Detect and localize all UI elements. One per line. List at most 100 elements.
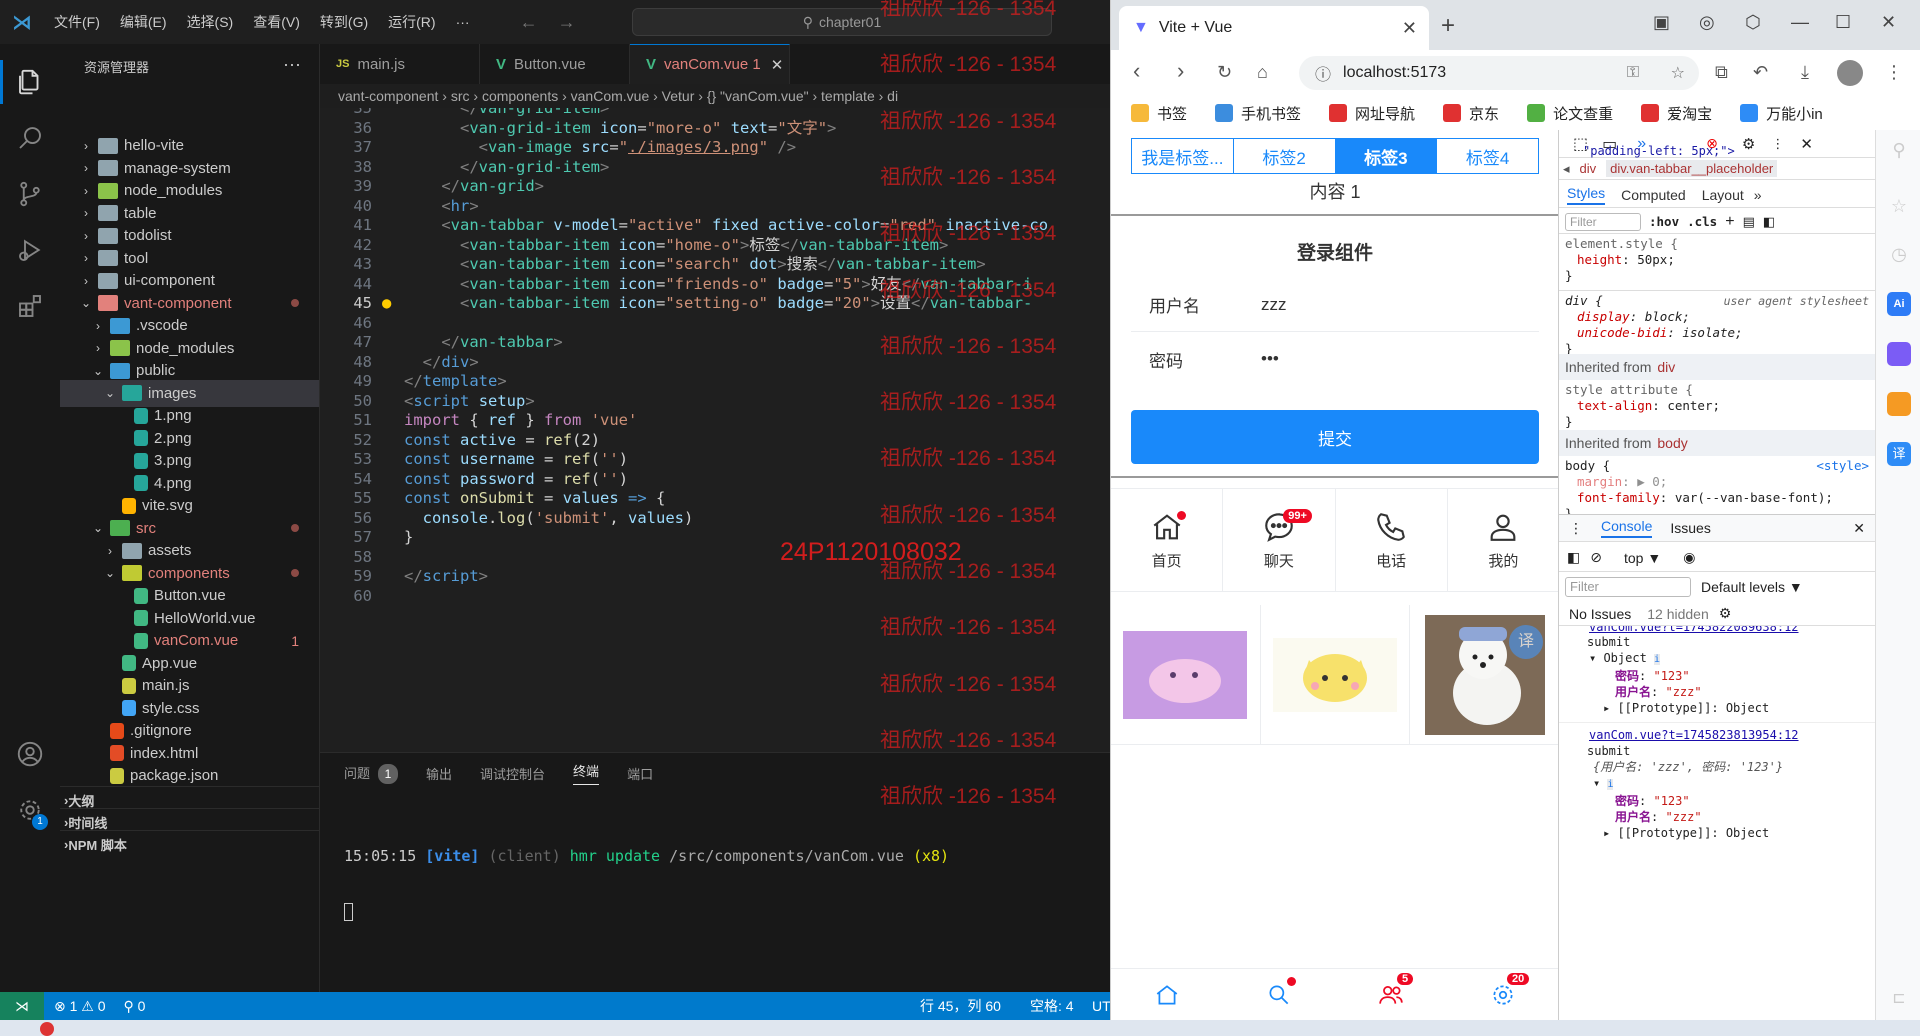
password-value[interactable]: ••• bbox=[1261, 349, 1279, 369]
tabbar-item-friends[interactable]: 5 bbox=[1335, 969, 1447, 1020]
context-select[interactable]: top ▼ bbox=[1624, 550, 1661, 566]
close-icon[interactable]: ✕ bbox=[771, 56, 784, 74]
bookmark-star-icon[interactable]: ☆ bbox=[1671, 63, 1685, 83]
code-line[interactable]: 60 bbox=[320, 584, 1110, 608]
cls-toggle[interactable]: .cls bbox=[1687, 214, 1717, 229]
search-icon[interactable] bbox=[0, 110, 60, 166]
inherited-element[interactable]: div bbox=[1657, 359, 1675, 375]
drawer-menu-icon[interactable]: ⋮ bbox=[1569, 520, 1583, 537]
address-bar[interactable]: ⓘ localhost:5173 ⚿ ☆ bbox=[1299, 56, 1699, 90]
more-style-tabs-icon[interactable]: » bbox=[1754, 187, 1762, 203]
eye-icon[interactable]: ◉ bbox=[1683, 549, 1695, 566]
console-settings-icon[interactable]: ⚙ bbox=[1719, 605, 1732, 622]
styles-filter-input[interactable]: Filter bbox=[1565, 212, 1641, 231]
status-errors[interactable]: ⊗ 1 ⚠ 0 bbox=[54, 998, 106, 1015]
account-icon[interactable] bbox=[0, 726, 60, 782]
username-value[interactable]: zzz bbox=[1261, 295, 1287, 315]
menu-selection[interactable]: 选择(S) bbox=[177, 12, 244, 32]
val-height[interactable]: 50px; bbox=[1637, 252, 1675, 267]
history-icon[interactable]: ↶ bbox=[1753, 62, 1768, 83]
tab-problems[interactable]: 问题 1 bbox=[344, 763, 399, 784]
menu-more[interactable]: ··· bbox=[446, 14, 480, 30]
bookmark-item[interactable]: 京东 bbox=[1443, 103, 1499, 124]
more-actions-icon[interactable]: ··· bbox=[283, 54, 301, 75]
prop-height[interactable]: height bbox=[1577, 252, 1622, 267]
site-info-icon[interactable]: ⓘ bbox=[1315, 61, 1331, 85]
levels-select[interactable]: Default levels ▼ bbox=[1701, 579, 1803, 595]
tab-label-1[interactable]: 我是标签... bbox=[1132, 139, 1234, 173]
maximize-icon[interactable]: ☐ bbox=[1835, 12, 1851, 33]
toolbox-icon[interactable] bbox=[1887, 392, 1911, 416]
browser-menu-icon[interactable]: ⋮ bbox=[1885, 62, 1903, 83]
password-field[interactable]: 密码 ••• bbox=[1131, 332, 1539, 386]
extensions-icon[interactable] bbox=[0, 278, 60, 334]
menu-go[interactable]: 转到(G) bbox=[310, 12, 378, 32]
tabbar-item-setting[interactable]: 20 bbox=[1447, 969, 1558, 1020]
menu-file[interactable]: 文件(F) bbox=[44, 12, 110, 32]
translate-icon[interactable]: 译 bbox=[1887, 442, 1911, 466]
download-icon[interactable]: ⤓ bbox=[1801, 62, 1809, 83]
menu-view[interactable]: 查看(V) bbox=[243, 12, 310, 32]
extension-icon[interactable]: ⬡ bbox=[1745, 12, 1761, 33]
status-ports[interactable]: ⚲ 0 bbox=[124, 998, 146, 1015]
search-icon[interactable]: ⚲ bbox=[1887, 140, 1911, 164]
avatar[interactable] bbox=[1837, 60, 1863, 86]
prop-text-align[interactable]: text-align bbox=[1577, 398, 1652, 413]
tab-debug-console[interactable]: 调试控制台 bbox=[480, 764, 545, 783]
tab-ports[interactable]: 端口 bbox=[627, 764, 653, 783]
prop-margin[interactable]: margin bbox=[1577, 474, 1622, 489]
ai-icon[interactable]: Ai bbox=[1887, 292, 1911, 316]
favorites-icon[interactable]: ☆ bbox=[1887, 196, 1911, 220]
close-window-icon[interactable]: ✕ bbox=[1881, 12, 1896, 33]
tab-label-2[interactable]: 标签2 bbox=[1234, 139, 1336, 173]
hov-toggle[interactable]: :hov bbox=[1649, 214, 1679, 229]
minimize-icon[interactable]: — bbox=[1791, 12, 1809, 33]
tab-output[interactable]: 输出 bbox=[426, 764, 452, 783]
incognito-icon[interactable]: ◎ bbox=[1699, 12, 1715, 33]
grid-image-2[interactable] bbox=[1261, 605, 1411, 744]
tab-label-4[interactable]: 标签4 bbox=[1437, 139, 1538, 173]
log2-object-preview[interactable]: {用户名: 'zzz', 密码: '123'} bbox=[1559, 759, 1875, 775]
grid-image-1[interactable] bbox=[1111, 605, 1261, 744]
tab-button-vue[interactable]: V Button.vue bbox=[480, 44, 630, 84]
tab-issues[interactable]: Issues bbox=[1670, 520, 1710, 536]
status-position[interactable]: 行 45，列 60 bbox=[920, 996, 1001, 1016]
grid-image-3[interactable] bbox=[1410, 605, 1558, 744]
grid-item-phone[interactable]: 电话 bbox=[1336, 489, 1448, 591]
bookmark-item[interactable]: 网址导航 bbox=[1329, 103, 1415, 124]
console-filter-input[interactable]: Filter bbox=[1565, 577, 1691, 597]
grid-item-chat[interactable]: 99+ 聊天 bbox=[1223, 489, 1336, 591]
taskbar-app-icon[interactable] bbox=[40, 1022, 54, 1036]
status-encoding[interactable]: UT bbox=[1092, 998, 1111, 1014]
tab-styles[interactable]: Styles bbox=[1567, 185, 1606, 205]
run-debug-icon[interactable] bbox=[0, 222, 60, 278]
no-issues-label[interactable]: No Issues bbox=[1569, 606, 1631, 622]
tab-terminal[interactable]: 终端 bbox=[573, 761, 600, 785]
log1-proto[interactable]: [[Prototype]]: Object bbox=[1617, 701, 1769, 715]
tab-label-3[interactable]: 标签3 bbox=[1335, 139, 1438, 173]
log2-source-link[interactable]: vanCom.vue?t=1745823813954:12 bbox=[1559, 722, 1875, 743]
extensions-puzzle-icon[interactable]: ⧉ bbox=[1715, 62, 1728, 83]
clear-console-icon[interactable]: ⊘ bbox=[1590, 549, 1602, 566]
grid-item-user[interactable]: 我的 bbox=[1448, 489, 1558, 591]
reload-icon[interactable]: ↻ bbox=[1217, 62, 1232, 83]
translate-float-icon[interactable]: 译 bbox=[1509, 625, 1543, 659]
style-source-link[interactable]: <style> bbox=[1816, 458, 1869, 474]
home-icon[interactable]: ⌂ bbox=[1257, 62, 1268, 83]
tab-main-js[interactable]: JS main.js bbox=[320, 44, 480, 84]
new-tab-icon[interactable]: + bbox=[1441, 12, 1455, 40]
browser-tab[interactable]: ▼ Vite + Vue ✕ bbox=[1119, 6, 1429, 50]
forward-arrow-icon[interactable]: → bbox=[548, 12, 586, 33]
drawer-close-icon[interactable]: ✕ bbox=[1853, 520, 1865, 537]
username-field[interactable]: 用户名 zzz bbox=[1131, 278, 1539, 332]
bookmark-item[interactable]: 万能小in bbox=[1740, 103, 1823, 124]
code-editor[interactable]: 35 </van-grid-item> 36 <van-grid-item ico… bbox=[320, 108, 1110, 752]
sidebar-toggle-icon[interactable]: ◧ bbox=[1763, 214, 1775, 230]
tab-vancom-vue[interactable]: VvanCom.vue 1 ✕ bbox=[630, 44, 790, 84]
val-text-align[interactable]: center; bbox=[1667, 398, 1720, 413]
menu-edit[interactable]: 编辑(E) bbox=[110, 12, 177, 32]
tree-item[interactable]: package.json bbox=[60, 762, 319, 789]
forward-icon[interactable]: › bbox=[1177, 58, 1184, 84]
tabbar-item-home[interactable] bbox=[1111, 969, 1223, 1020]
hidden-count[interactable]: 12 hidden bbox=[1647, 606, 1709, 622]
